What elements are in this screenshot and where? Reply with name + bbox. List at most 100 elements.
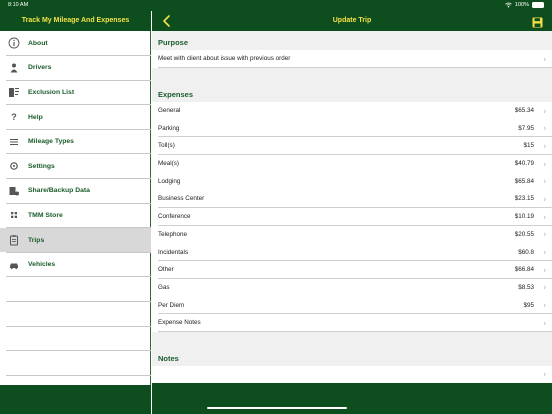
expense-row-general[interactable]: General $65.34 › (152, 101, 552, 120)
purpose-heading: Purpose (152, 31, 552, 50)
section-spacer (152, 331, 552, 347)
expense-row-lodging[interactable]: Lodging $65.84 › (152, 172, 552, 191)
question-icon: ? (11, 112, 17, 123)
battery-icon (532, 2, 544, 8)
app-title: Track My Mileage And Expenses (0, 11, 151, 31)
expense-label: Telephone (158, 230, 188, 238)
expense-value: $65.34 (514, 107, 534, 115)
status-indicators: 100% (505, 2, 544, 8)
expense-label: Business Center (158, 195, 205, 203)
chevron-right-icon: › (543, 369, 546, 379)
battery-percent: 100% (514, 2, 529, 8)
expense-row-conference[interactable]: Conference $10.19 › (152, 207, 552, 226)
sidebar-item-exclusion-list[interactable]: Exclusion List (0, 80, 151, 105)
wifi-icon (505, 2, 512, 8)
exclusion-list-icon (8, 86, 20, 98)
expense-label: General (158, 107, 181, 115)
page-title: Update Trip (332, 17, 372, 24)
clipboard-icon (8, 234, 20, 246)
status-bar: 8:10 AM 100% (0, 0, 552, 11)
sidebar-item-label: Help (28, 113, 43, 121)
section-spacer (152, 67, 552, 83)
chevron-right-icon: › (543, 176, 546, 186)
sidebar: Track My Mileage And Expenses About Driv… (0, 0, 151, 414)
expense-value: $8.53 (518, 283, 534, 291)
notes-heading: Notes (152, 346, 552, 366)
expense-row-per-diem[interactable]: Per Diem $95 › (152, 296, 552, 314)
expenses-heading: Expenses (152, 82, 552, 102)
empty-row (0, 302, 151, 327)
store-grid-icon (8, 209, 20, 221)
chevron-right-icon: › (543, 106, 546, 116)
main-footer (152, 383, 552, 414)
car-icon (8, 259, 20, 271)
sidebar-item-settings[interactable]: Settings (0, 154, 151, 179)
sidebar-item-vehicles[interactable]: Vehicles (0, 252, 151, 277)
expense-label: Parking (158, 124, 180, 132)
expense-label: Toll(s) (158, 142, 175, 150)
expense-label: Per Diem (158, 301, 185, 309)
chevron-right-icon: › (543, 318, 546, 328)
purpose-row[interactable]: Meet with client about issue with previo… (152, 50, 552, 68)
expense-row-business-center[interactable]: Business Center $23.15 › (152, 190, 552, 208)
expense-row-other[interactable]: Other $66.84 › (152, 260, 552, 279)
main-panel: Update Trip Purpose Meet with client abo… (152, 0, 552, 414)
sidebar-item-help[interactable]: ? Help (0, 105, 151, 130)
chevron-right-icon: › (543, 54, 546, 64)
expense-value: $23.15 (514, 195, 534, 203)
sidebar-item-label: Settings (28, 162, 55, 170)
expense-row-meals[interactable]: Meal(s) $40.79 › (152, 154, 552, 173)
expense-value: $7.95 (518, 124, 534, 132)
sidebar-item-tmm-store[interactable]: TMM Store (0, 203, 151, 228)
expense-label: Gas (158, 283, 170, 291)
expense-value: $95 (523, 301, 534, 309)
sidebar-item-label: Trips (28, 236, 45, 244)
save-icon[interactable] (532, 15, 543, 28)
sidebar-item-label: TMM Store (28, 211, 63, 219)
nav-bar: Update Trip (152, 11, 552, 31)
sidebar-item-mileage-types[interactable]: Mileage Types (0, 129, 151, 154)
chevron-right-icon: › (543, 123, 546, 133)
expense-row-telephone[interactable]: Telephone $20.55 › (152, 225, 552, 244)
expense-label: Lodging (158, 177, 181, 185)
empty-row (0, 351, 151, 376)
expense-row-gas[interactable]: Gas $8.53 › (152, 278, 552, 297)
sidebar-item-label: Drivers (28, 64, 52, 72)
sidebar-menu: About Drivers Exclusion List ? Help Mile… (0, 31, 151, 375)
home-indicator[interactable] (207, 406, 347, 409)
expense-label: Meal(s) (158, 160, 179, 168)
sidebar-item-trips[interactable]: Trips (0, 227, 151, 253)
expense-label: Other (158, 266, 174, 274)
expense-value: $65.84 (514, 177, 534, 185)
chevron-right-icon: › (543, 212, 546, 222)
sidebar-footer (0, 385, 151, 414)
expense-row-parking[interactable]: Parking $7.95 › (152, 119, 552, 138)
list-icon (8, 136, 20, 148)
expense-label: Expense Notes (158, 319, 201, 327)
sidebar-item-label: About (28, 39, 48, 47)
expense-value: $40.79 (514, 160, 534, 168)
sidebar-item-share-backup[interactable]: Share/Backup Data (0, 179, 151, 204)
purpose-text: Meet with client about issue with previo… (158, 55, 291, 63)
chevron-right-icon: › (543, 300, 546, 310)
chevron-right-icon: › (543, 265, 546, 275)
gear-icon (8, 160, 20, 172)
expense-row-incidentals[interactable]: Incidentals $60.8 › (152, 243, 552, 261)
sidebar-item-label: Exclusion List (28, 88, 75, 96)
info-icon (8, 37, 20, 49)
expense-row-notes[interactable]: Expense Notes › (152, 313, 552, 332)
share-icon (8, 185, 20, 197)
notes-row[interactable]: › (152, 365, 552, 383)
expense-row-tolls[interactable]: Toll(s) $15 › (152, 137, 552, 155)
expense-value: $15 (523, 142, 534, 150)
expense-value: $60.8 (518, 248, 534, 256)
expense-value: $66.84 (514, 266, 534, 274)
chevron-right-icon: › (543, 141, 546, 151)
chevron-right-icon: › (543, 247, 546, 257)
expense-label: Conference (158, 213, 191, 221)
sidebar-item-about[interactable]: About (0, 31, 151, 56)
sidebar-item-label: Mileage Types (28, 138, 74, 146)
sidebar-item-drivers[interactable]: Drivers (0, 56, 151, 81)
empty-row (0, 326, 151, 351)
expense-label: Incidentals (158, 248, 189, 256)
